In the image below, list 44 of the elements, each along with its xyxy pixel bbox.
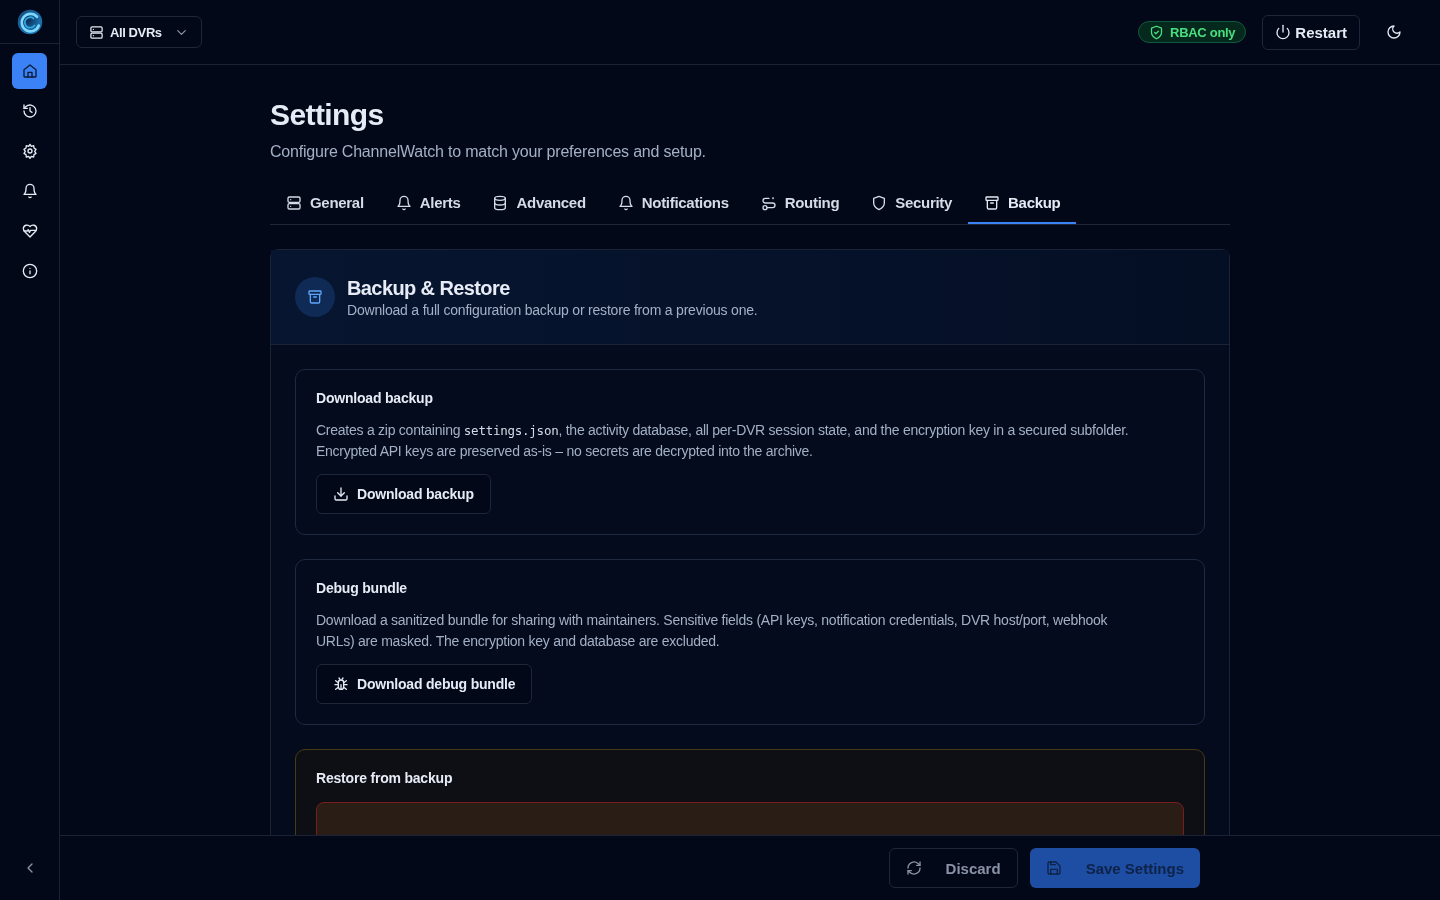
database-icon — [492, 194, 509, 211]
archive-icon — [295, 277, 335, 317]
save-icon — [1045, 860, 1062, 876]
settings-tab[interactable]: Notifications — [601, 185, 745, 224]
shield-check-icon — [1149, 24, 1165, 40]
panel-subtitle: Download a full configuration backup or restore from a previous one. — [347, 302, 758, 318]
page-title: Settings — [270, 97, 385, 133]
settings-tab[interactable]: Backup — [968, 185, 1077, 224]
page-subtitle: Configure ChannelWatch to match your preferences and setup. — [270, 143, 707, 161]
home-icon — [21, 63, 38, 79]
shield-icon — [871, 194, 888, 211]
history-icon — [21, 103, 38, 119]
archive-icon — [984, 194, 1001, 211]
logo-icon — [15, 7, 44, 36]
server-icon — [286, 194, 302, 211]
dvr-selector[interactable]: All DVRs — [76, 16, 202, 48]
section-description: Creates a zip containing settings.json, the activity database, all per-DVR session state, and the encryption key in a secured subfolder. Encrypted API keys are preserved as-is – no secrets are decrypted into the archive. — [316, 421, 1130, 461]
section-title: Debug bundle — [316, 580, 408, 596]
panel-title: Backup & Restore — [347, 276, 511, 300]
bell-icon — [617, 194, 634, 211]
settings-tab[interactable]: Advanced — [476, 185, 602, 224]
download-icon — [333, 486, 349, 502]
server-icon — [89, 24, 104, 40]
restart-button[interactable]: Restart — [1262, 14, 1360, 50]
section-description: Download a sanitized bundle for sharing with maintainers. Sensitive fields (API keys, notification credentials, DVR host/port, webhook URLs) are masked. The encryption key and database are excluded. — [316, 611, 1109, 651]
download-button[interactable]: Download debug bundle — [316, 664, 533, 704]
settings-tab[interactable]: Alerts — [379, 185, 477, 224]
section-title: Restore from backup — [316, 770, 454, 786]
refresh-icon — [905, 860, 922, 876]
route-icon — [760, 194, 777, 211]
heart-pulse-icon — [21, 223, 38, 239]
download-button[interactable]: Download backup — [316, 474, 491, 514]
rbac-badge: RBAC only — [1138, 21, 1247, 43]
settings-tab[interactable]: General — [270, 185, 380, 224]
power-icon — [1275, 24, 1292, 40]
bell-icon — [395, 194, 412, 211]
moon-icon — [1386, 24, 1402, 40]
bell-icon — [21, 183, 38, 199]
settings-tab[interactable]: Routing — [744, 185, 856, 224]
bug-icon — [333, 676, 349, 692]
settings-tab[interactable]: Security — [855, 185, 969, 224]
section-title: Download backup — [316, 390, 434, 406]
info-icon — [21, 263, 38, 279]
settings-icon — [21, 143, 38, 159]
